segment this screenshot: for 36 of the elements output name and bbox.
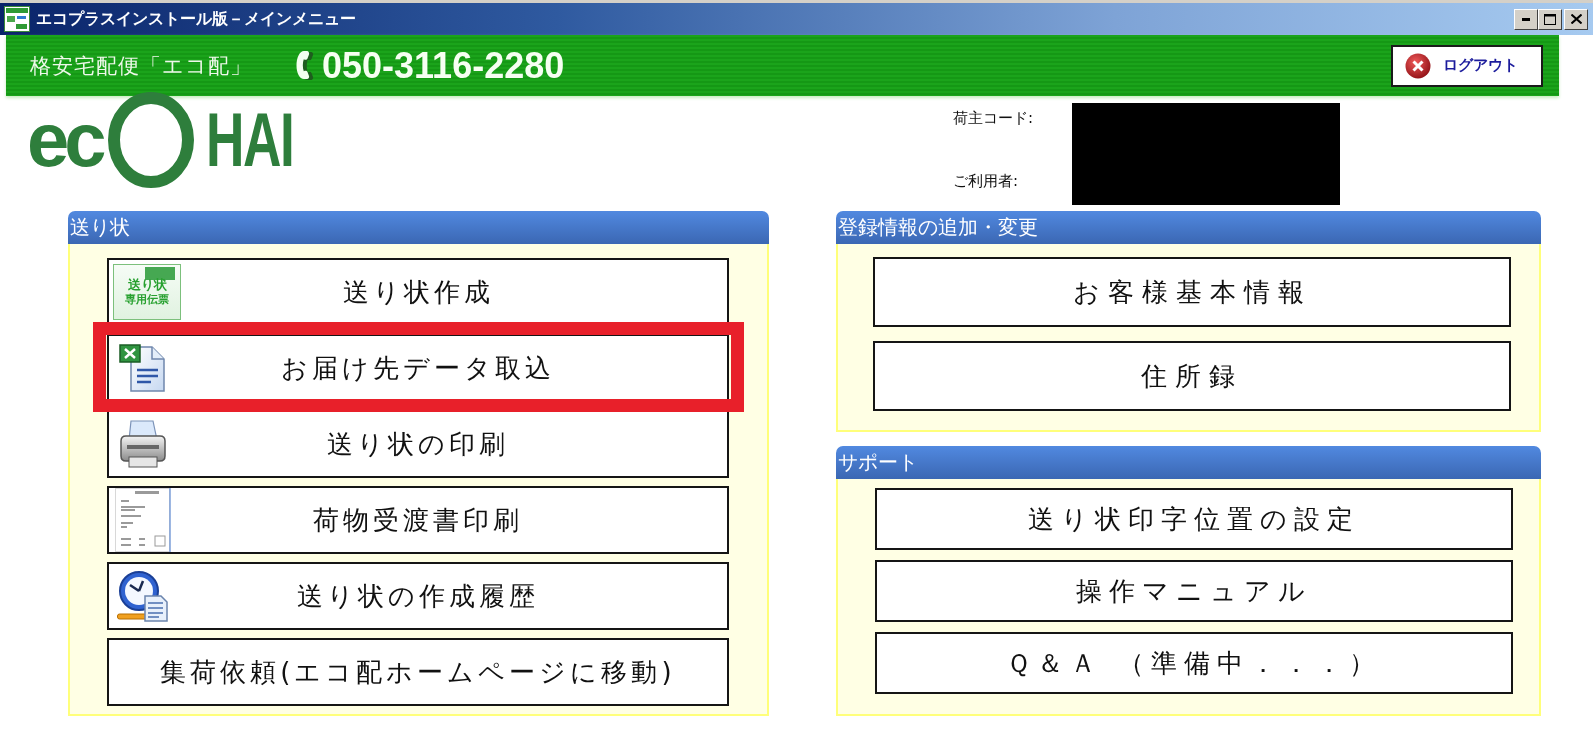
slip-label: 専用伝票 [125, 293, 169, 306]
menu-button[interactable]: 送り状の印刷 [107, 410, 729, 478]
field-label: 荷主コード: [953, 109, 1035, 128]
slip-label: 送り状 [127, 278, 167, 293]
menu-button[interactable]: 送り状の作成履歴 [107, 562, 729, 630]
panel-header: 登録情報の追加・変更 [836, 211, 1541, 244]
logout-button[interactable]: ログアウト [1391, 44, 1543, 87]
menu-button[interactable]: 集荷依頼(エコ配ホームページに移動) [107, 638, 729, 706]
clock-document-icon [117, 570, 169, 622]
minimize-button[interactable] [1514, 8, 1538, 30]
x-circle-icon [1405, 52, 1431, 79]
document-preview-icon [115, 488, 171, 552]
menu-button[interactable]: Ｑ＆Ａ （準備中．．．） [875, 632, 1513, 694]
phone-number: 050-3116-2280 [322, 44, 565, 87]
menu-button[interactable]: 荷物受渡書印刷 [107, 486, 729, 554]
menu-button[interactable]: 住所録 [873, 341, 1511, 411]
spreadsheet-document-icon [119, 344, 167, 392]
maximize-icon [1544, 13, 1556, 25]
logo-text: ec [27, 102, 102, 178]
window-title: エコプラスインストール版－メインメニュー [36, 8, 356, 30]
panel-header: 送り状 [68, 211, 769, 244]
menu-button[interactable]: 操作マニュアル [875, 560, 1513, 622]
minimize-icon [1522, 17, 1530, 21]
close-icon [1570, 14, 1582, 24]
menu-button[interactable]: 送り状印字位置の設定 [875, 488, 1513, 550]
app-icon [4, 6, 30, 32]
maximize-button[interactable] [1538, 8, 1562, 30]
menu-button[interactable]: お届け先データ取込 [107, 334, 729, 402]
field-label: ご利用者: [953, 172, 1020, 191]
menu-button[interactable]: お客様基本情報 [873, 257, 1511, 327]
service-name: 格安宅配便「エコ配」 [30, 52, 252, 80]
close-button[interactable] [1564, 8, 1588, 30]
logo-ring-icon [107, 92, 194, 188]
panel-header: サポート [836, 446, 1541, 479]
printer-icon [119, 420, 167, 468]
logo-text: HAI [205, 102, 293, 178]
